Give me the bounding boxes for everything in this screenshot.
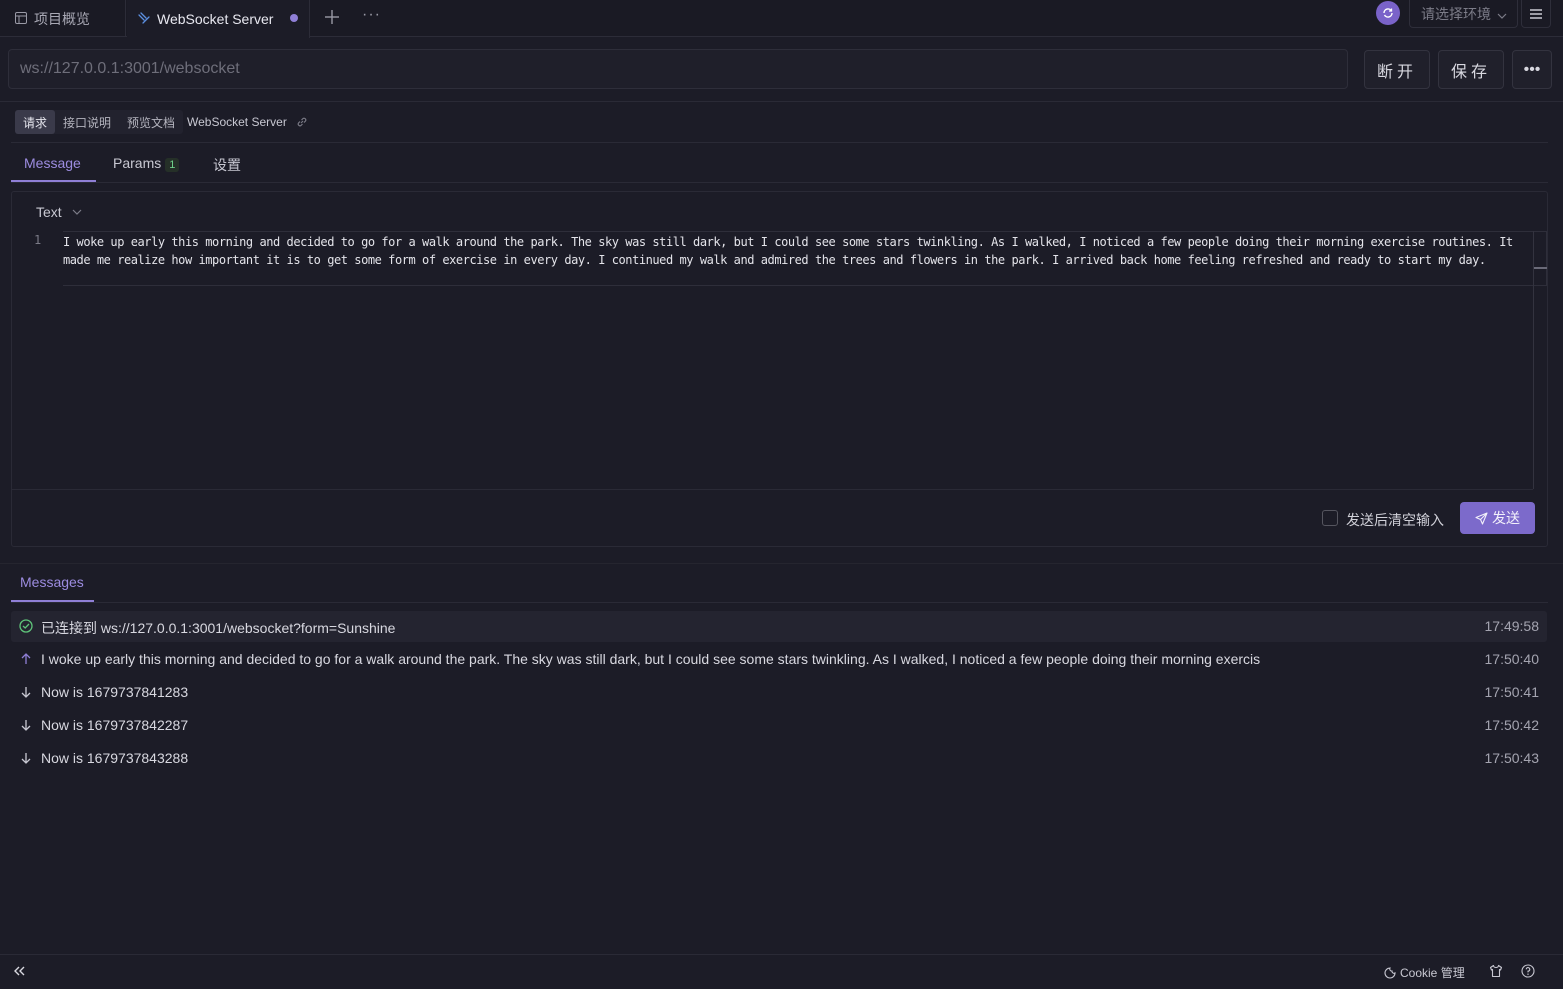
app-window: 项目概览 WebSocket Server ··· 请选择环境 断开 保存 — [0, 0, 1563, 989]
help-icon[interactable] — [1521, 964, 1535, 978]
environment-placeholder: 请选择环境 — [1421, 5, 1491, 22]
tab-more-icon[interactable]: ··· — [362, 6, 381, 24]
line-number: 1 — [34, 233, 42, 247]
tab-bar: 项目概览 WebSocket Server ··· 请选择环境 — [0, 0, 1563, 38]
cookie-label: Cookie 管理 — [1400, 966, 1465, 980]
message-time: 17:49:58 — [1484, 618, 1540, 634]
message-row[interactable]: I woke up early this morning and decided… — [11, 644, 1547, 675]
message-text: Now is 1679737841283 — [41, 684, 189, 700]
message-time: 17:50:40 — [1484, 651, 1540, 667]
chevron-down-icon — [72, 204, 82, 220]
tab-websocket-server[interactable]: WebSocket Server — [127, 0, 310, 38]
tab-params[interactable]: Params 1 — [113, 155, 180, 172]
divider — [0, 563, 1563, 564]
divider — [12, 489, 1533, 490]
api-name-text: WebSocket Server — [187, 115, 287, 129]
mode-switcher: 请求 接口说明 预览文档 — [15, 110, 184, 134]
send-button[interactable]: 发送 — [1460, 502, 1535, 534]
message-type-value: Text — [36, 204, 62, 220]
tab-messages[interactable]: Messages — [20, 574, 84, 590]
divider — [0, 954, 1563, 955]
params-count-badge: 1 — [165, 158, 180, 172]
message-row[interactable]: 已连接到 ws://127.0.0.1:3001/websocket?form=… — [11, 611, 1547, 642]
check-circle-icon — [19, 619, 33, 633]
cookie-manager[interactable]: Cookie 管理 — [1384, 964, 1465, 981]
link-icon[interactable] — [296, 116, 308, 128]
scrollbar-thumb[interactable] — [1534, 267, 1547, 269]
divider — [11, 182, 1548, 183]
tab-label: 项目概览 — [34, 10, 90, 27]
send-icon — [1475, 511, 1488, 525]
unsaved-dot-icon — [290, 14, 298, 22]
message-text: Now is 1679737843288 — [41, 750, 189, 766]
disconnect-button[interactable]: 断开 — [1364, 50, 1430, 89]
message-text: 已连接到 ws://127.0.0.1:3001/websocket?form=… — [41, 620, 396, 636]
editor-scrollbar[interactable] — [1533, 231, 1534, 489]
plus-icon[interactable] — [322, 7, 342, 27]
divider — [11, 142, 1548, 143]
mode-preview-doc[interactable]: 预览文档 — [119, 110, 183, 134]
arrow-down-icon — [19, 718, 33, 732]
send-button-label: 发送 — [1492, 510, 1520, 526]
clear-after-send-checkbox[interactable] — [1322, 510, 1338, 526]
message-row[interactable]: Now is 1679737841283 17:50:41 — [11, 677, 1547, 708]
environment-select[interactable]: 请选择环境 — [1409, 0, 1518, 28]
mode-request[interactable]: 请求 — [15, 110, 56, 134]
divider — [0, 101, 1563, 102]
clear-after-send-label: 发送后清空输入 — [1346, 512, 1444, 528]
collapse-sidebar-icon[interactable] — [12, 964, 28, 980]
divider — [11, 602, 1548, 603]
arrow-up-icon — [19, 652, 33, 666]
arrow-down-icon — [19, 751, 33, 765]
api-name: WebSocket Server — [187, 115, 308, 129]
message-text: Now is 1679737842287 — [41, 717, 189, 733]
message-row[interactable]: Now is 1679737842287 17:50:42 — [11, 710, 1547, 741]
message-type-select[interactable]: Text — [36, 204, 82, 220]
save-button[interactable]: 保存 — [1438, 50, 1504, 89]
message-time: 17:50:42 — [1484, 717, 1540, 733]
message-time: 17:50:41 — [1484, 684, 1540, 700]
mode-api-doc[interactable]: 接口说明 — [55, 110, 119, 134]
message-time: 17:50:43 — [1484, 750, 1540, 766]
tab-label: WebSocket Server — [157, 11, 274, 27]
url-input[interactable] — [8, 49, 1348, 89]
chevron-down-icon — [1497, 8, 1507, 24]
arrow-down-icon — [19, 685, 33, 699]
editor-content[interactable]: I woke up early this morning and decided… — [63, 233, 1533, 269]
cookie-icon — [1384, 966, 1396, 979]
layout-icon — [15, 11, 29, 26]
sync-icon[interactable] — [1376, 1, 1400, 25]
tab-message[interactable]: Message — [24, 155, 81, 171]
code-editor[interactable]: 1 I woke up early this morning and decid… — [12, 231, 1547, 489]
tab-params-label: Params — [113, 155, 162, 171]
theme-shirt-icon[interactable] — [1489, 964, 1503, 978]
hamburger-menu-icon[interactable] — [1521, 0, 1551, 28]
tab-settings[interactable]: 设置 — [213, 155, 241, 175]
tab-project-overview[interactable]: 项目概览 — [0, 0, 126, 37]
more-options-icon[interactable]: ••• — [1512, 50, 1552, 89]
message-text: I woke up early this morning and decided… — [41, 651, 1261, 667]
message-row[interactable]: Now is 1679737843288 17:50:43 — [11, 743, 1547, 774]
websocket-icon — [138, 12, 152, 26]
